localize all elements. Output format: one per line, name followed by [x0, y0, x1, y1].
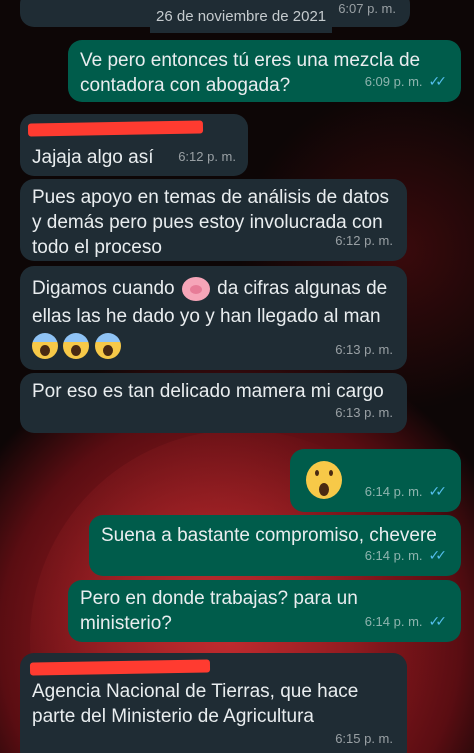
double-check-icon: ✓✓: [428, 613, 448, 629]
message-text: Digamos cuando: [32, 278, 175, 299]
message-meta: 6:12 p. m.: [335, 233, 393, 248]
message-m0[interactable]: 26 de noviembre de 2021 6:07 p. m.: [20, 0, 410, 33]
screaming-face-emoji: [63, 333, 90, 359]
screaming-face-emoji: [94, 333, 121, 359]
message-meta: 6:15 p. m.: [335, 731, 393, 746]
message-m5[interactable]: Por eso es tan delicado mamera mi cargo …: [20, 373, 407, 433]
message-meta: 6:09 p. m. ✓✓: [365, 69, 447, 94]
message-meta: 6:12 p. m.: [178, 149, 236, 164]
message-text: ellas las he dado yo y han llegado al ma…: [32, 306, 381, 327]
astonished-face-emoji: [306, 461, 342, 499]
double-check-icon: ✓✓: [428, 547, 448, 563]
screaming-face-emoji: [32, 333, 58, 359]
message-m4[interactable]: Digamos cuando da cifras algunas de ella…: [20, 266, 407, 370]
message-text: Pues apoyo en temas de análisis de datos: [32, 187, 390, 208]
message-m2[interactable]: Jajaja algo así 6:12 p. m.: [20, 114, 248, 176]
message-m9[interactable]: Agencia Nacional de Tierras, que hace pa…: [20, 653, 407, 753]
chat-thread[interactable]: 26 de noviembre de 2021 6:07 p. m. Ve pe…: [0, 0, 474, 753]
message-text: Pero en donde trabajas? para un: [80, 588, 358, 609]
date-chip: 26 de noviembre de 2021: [150, 0, 333, 33]
double-check-icon: ✓✓: [428, 73, 448, 89]
message-time: 6:07 p. m.: [338, 1, 396, 16]
redacted-sender-name: [29, 659, 211, 676]
message-meta: 6:14 p. m. ✓✓: [365, 543, 447, 568]
redacted-sender-name: [27, 120, 204, 137]
pig-nose-emoji: [181, 276, 210, 301]
message-m7[interactable]: Suena a bastante compromiso, chevere 6:1…: [89, 515, 461, 576]
message-line: Digamos cuando da cifras algunas de: [32, 276, 395, 301]
message-m8[interactable]: Pero en donde trabajas? para un minister…: [68, 580, 461, 642]
message-m1[interactable]: Ve pero entonces tú eres una mezcla de c…: [68, 40, 461, 102]
message-m3[interactable]: Pues apoyo en temas de análisis de datos…: [20, 179, 407, 261]
message-text: Agencia Nacional de Tierras, que hace: [32, 681, 359, 702]
message-m6[interactable]: 6:14 p. m. ✓✓: [290, 449, 461, 512]
message-text: da cifras algunas de: [217, 278, 388, 299]
message-meta: 6:14 p. m. ✓✓: [365, 479, 447, 504]
message-meta: 6:13 p. m.: [335, 342, 393, 357]
message-meta: 6:13 p. m.: [335, 405, 393, 420]
double-check-icon: ✓✓: [428, 483, 448, 499]
message-meta: 6:14 p. m. ✓✓: [365, 609, 447, 634]
message-text: Jajaja algo así: [32, 147, 154, 168]
